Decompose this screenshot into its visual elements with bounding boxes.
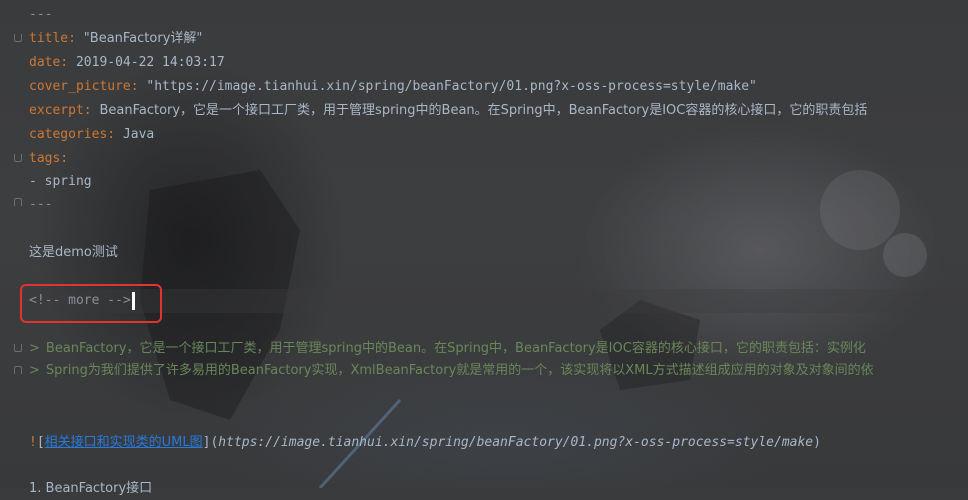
tags-key: tags: <box>29 151 69 166</box>
cover-key: cover_picture: <box>29 79 147 94</box>
frontmatter-cover-picture: cover_picture: "https://image.tianhui.xi… <box>29 76 757 98</box>
title-key: title: <box>29 31 84 46</box>
editor-gutter <box>0 0 28 488</box>
categories-key: categories: <box>29 127 123 142</box>
image-alt-open: [ <box>36 435 45 450</box>
categories-value: Java <box>122 127 155 142</box>
image-alt-link[interactable]: 相关接口和实现类的UML图 <box>45 435 203 450</box>
frontmatter-categories: categories: Java <box>29 124 154 146</box>
image-markdown-line: ![相关接口和实现类的UML图](https://image.tianhui.x… <box>29 432 821 454</box>
blockquote-line-2: > Spring为我们提供了许多易用的BeanFactory实现，XmlBeanF… <box>29 360 874 382</box>
demo-text-line: 这是demo测试 <box>29 245 118 260</box>
fold-icon[interactable] <box>14 154 22 162</box>
frontmatter-tags: tags: <box>29 148 68 170</box>
frontmatter-excerpt: excerpt: BeanFactory，它是一个接口工厂类，用于管理sprin… <box>29 100 867 122</box>
fold-icon[interactable] <box>14 366 22 374</box>
heading-line: 1. BeanFactory接口 <box>29 481 153 496</box>
excerpt-value: BeanFactory，它是一个接口工厂类，用于管理spring中的Bean。在… <box>99 103 868 118</box>
highlight-box <box>20 284 162 323</box>
excerpt-key: excerpt: <box>29 103 100 118</box>
cover-value: "https://image.tianhui.xin/spring/beanFa… <box>146 79 757 94</box>
frontmatter-tag-item: - spring <box>29 174 92 189</box>
markdown-editor[interactable]: --- title: "BeanFactory详解" date: 2019-04… <box>0 0 968 496</box>
fold-icon[interactable] <box>14 198 22 206</box>
fold-icon[interactable] <box>14 34 22 42</box>
quote-marker: > <box>29 363 40 378</box>
frontmatter-open: --- <box>29 7 53 22</box>
title-value: "BeanFactory详解" <box>83 31 203 46</box>
date-value: 2019-04-22 14:03:17 <box>75 55 225 70</box>
quote-text: BeanFactory，它是一个接口工厂类，用于管理spring中的Bean。在… <box>45 341 866 356</box>
image-url-close: ) <box>813 435 821 450</box>
frontmatter-date: date: 2019-04-22 14:03:17 <box>29 52 225 74</box>
date-key: date: <box>29 55 76 70</box>
frontmatter-close: --- <box>29 197 53 212</box>
image-url[interactable]: https://image.tianhui.xin/spring/beanFac… <box>218 435 813 450</box>
image-bang: ! <box>29 435 37 450</box>
frontmatter-title: title: "BeanFactory详解" <box>29 28 202 50</box>
blockquote-line-1: > BeanFactory，它是一个接口工厂类，用于管理spring中的Bean。… <box>29 338 866 360</box>
fold-icon[interactable] <box>14 344 22 352</box>
quote-marker: > <box>29 341 40 356</box>
quote-text: Spring为我们提供了许多易用的BeanFactory实现，XmlBeanFa… <box>45 363 874 378</box>
